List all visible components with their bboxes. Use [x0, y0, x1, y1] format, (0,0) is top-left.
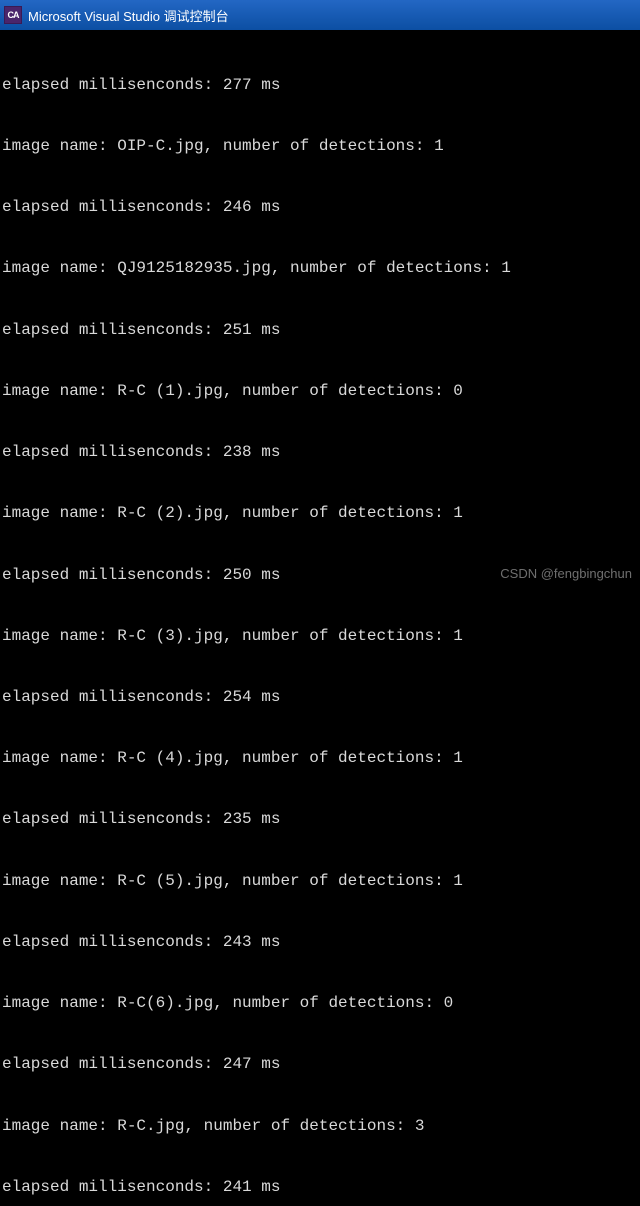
- window-titlebar[interactable]: CA Microsoft Visual Studio 调试控制台: [0, 0, 640, 30]
- console-line: elapsed millisenconds: 235 ms: [2, 809, 638, 829]
- console-line: elapsed millisenconds: 238 ms: [2, 442, 638, 462]
- window-title: Microsoft Visual Studio 调试控制台: [28, 6, 229, 25]
- console-line: elapsed millisenconds: 246 ms: [2, 197, 638, 217]
- console-line: image name: R-C (3).jpg, number of detec…: [2, 626, 638, 646]
- console-line: elapsed millisenconds: 241 ms: [2, 1177, 638, 1197]
- console-line: image name: R-C.jpg, number of detection…: [2, 1116, 638, 1136]
- console-line: image name: R-C(6).jpg, number of detect…: [2, 993, 638, 1013]
- console-line: elapsed millisenconds: 251 ms: [2, 320, 638, 340]
- console-line: elapsed millisenconds: 254 ms: [2, 687, 638, 707]
- console-line: elapsed millisenconds: 250 ms: [2, 565, 638, 585]
- console-output[interactable]: elapsed millisenconds: 277 ms image name…: [0, 30, 640, 1206]
- console-line: image name: OIP-C.jpg, number of detecti…: [2, 136, 638, 156]
- console-line: elapsed millisenconds: 247 ms: [2, 1054, 638, 1074]
- console-line: image name: R-C (1).jpg, number of detec…: [2, 381, 638, 401]
- console-line: image name: R-C (4).jpg, number of detec…: [2, 748, 638, 768]
- console-line: image name: R-C (2).jpg, number of detec…: [2, 503, 638, 523]
- console-line: image name: R-C (5).jpg, number of detec…: [2, 871, 638, 891]
- console-line: image name: QJ9125182935.jpg, number of …: [2, 258, 638, 278]
- console-line: elapsed millisenconds: 277 ms: [2, 75, 638, 95]
- console-line: elapsed millisenconds: 243 ms: [2, 932, 638, 952]
- app-icon: CA: [4, 6, 22, 24]
